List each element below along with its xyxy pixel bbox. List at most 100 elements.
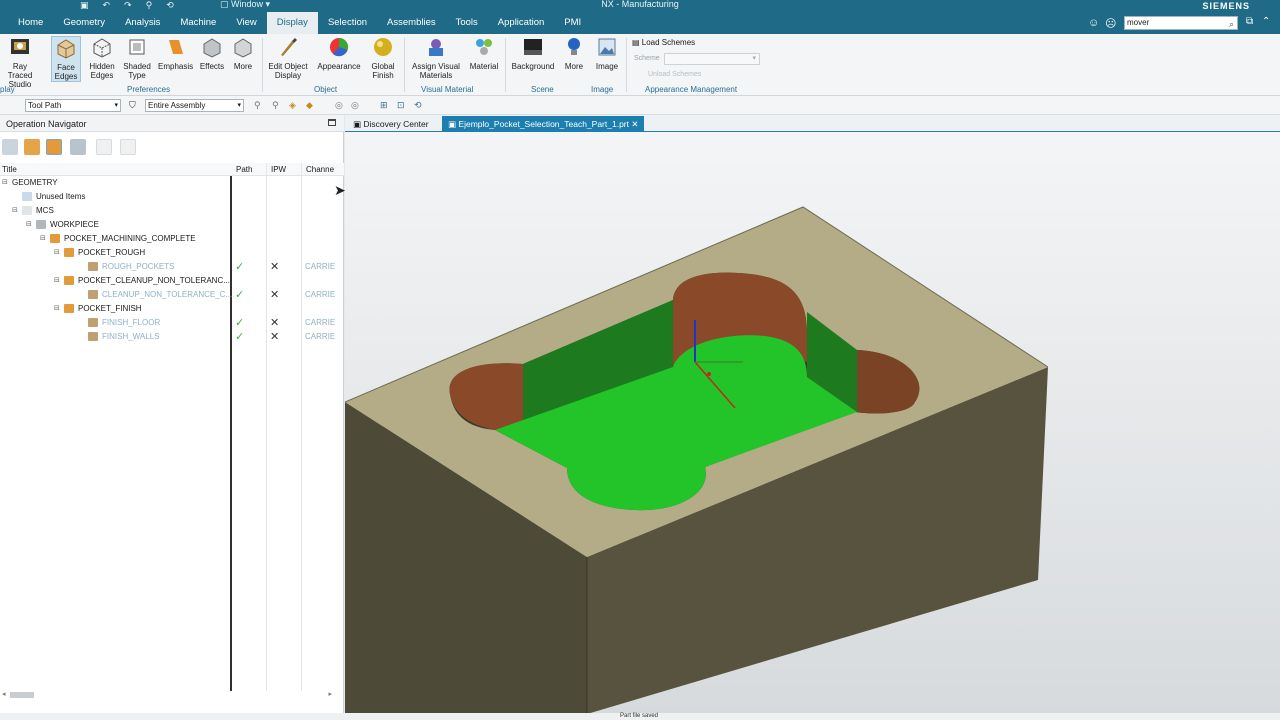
machine-tool-view-icon[interactable] [24,139,40,155]
feedback-happy-icon[interactable]: ☺ [1088,17,1099,29]
path-status-check-icon: ✓ [235,331,245,343]
tab-home[interactable]: Home [8,12,53,34]
filter-icon[interactable]: ⛉ [129,100,136,111]
navigator-row[interactable]: Unused Items [0,190,336,204]
restore-window-icon[interactable]: ⧉ [1246,16,1253,27]
navigator-row-label: ROUGH_POCKETS [102,262,175,271]
shaded-type-icon [129,39,145,55]
scrollbar-thumb[interactable] [10,692,34,698]
tab-application[interactable]: Application [488,12,554,34]
face-edges-button[interactable]: Face Edges [51,36,81,82]
tab-analysis[interactable]: Analysis [115,12,170,34]
ray-traced-studio-button[interactable]: Ray Traced Studio [2,36,38,89]
select-all-icon[interactable]: ⚲ [272,100,279,111]
effects-button[interactable]: Effects [198,36,226,71]
search-icon[interactable]: ⌕ [1229,18,1234,30]
material-icon [476,39,492,55]
scroll-right-icon[interactable]: ▸ [328,690,332,698]
appearance-button[interactable]: Appearance [316,36,362,71]
program-order-view-icon[interactable] [2,139,18,155]
type-filter-select[interactable]: Tool Path ▾ [25,99,121,112]
navigator-row[interactable]: ⊟ POCKET_FINISH [0,302,336,316]
operation-node-icon [22,206,32,215]
tab-selection[interactable]: Selection [318,12,377,34]
material-button[interactable]: Material [468,36,500,71]
snap-point-icon[interactable]: ◆ [306,100,313,111]
view-icon[interactable]: ◎ [335,100,343,111]
unload-schemes-button[interactable]: Unload Schemes [648,71,701,78]
path-status-check-icon: ✓ [235,261,245,273]
collapse-icon[interactable]: ⊟ [54,248,60,256]
navigator-row[interactable]: ⊟ GEOMETRY [0,176,336,190]
collapse-icon[interactable]: ⊟ [54,276,60,284]
zoom-icon[interactable]: ⊡ [397,100,405,111]
navigator-row-label: FINISH_WALLS [102,332,160,341]
collapse-icon[interactable]: ⊟ [2,178,8,186]
ipw-status-icon: ✕ [270,289,280,301]
tab-view[interactable]: View [226,12,266,34]
shaded-type-button[interactable]: Shaded Type [121,36,153,80]
command-search-input[interactable]: mover ⌕ [1124,16,1238,30]
background-button[interactable]: Background [508,36,558,71]
assign-visual-materials-button[interactable]: Assign Visual Materials [408,36,464,80]
horizontal-scrollbar[interactable]: ◂ ▸ [0,690,336,700]
tab-part-file[interactable]: ▣ Ejemplo_Pocket_Selection_Teach_Part_1.… [442,116,645,132]
tab-geometry[interactable]: Geometry [53,12,115,34]
global-finish-button[interactable]: Global Finish [366,36,400,80]
navigator-row[interactable]: CLEANUP_NON_TOLERANCE_C... ✓ ✕ CARRIE [0,288,336,302]
tab-assemblies[interactable]: Assemblies [377,12,446,34]
selection-scope-select[interactable]: Entire Assembly ▾ [145,99,244,112]
tab-pmi[interactable]: PMI [554,12,591,34]
column-channel[interactable]: Channe [306,165,334,174]
rotate-icon[interactable]: ⟲ [414,100,422,111]
more-scene-button[interactable]: More [561,36,587,71]
column-path[interactable]: Path [236,165,252,174]
collapse-icon[interactable]: ⊟ [54,304,60,312]
snap-icon[interactable]: ◈ [289,100,296,111]
navigator-row[interactable]: ⊟ MCS [0,204,336,218]
create-program-icon[interactable] [96,139,112,155]
collapse-ribbon-icon[interactable]: ⌃ [1262,16,1270,27]
collapse-icon[interactable]: ⊟ [40,234,46,242]
group-label-appearance-management: Appearance Management [645,85,738,94]
delete-icon[interactable] [120,139,136,155]
path-status-check-icon: ✓ [235,289,245,301]
select-tool-icon[interactable]: ⚲ [254,100,261,111]
close-tab-icon[interactable]: ✕ [631,119,638,129]
column-title[interactable]: Title [2,165,17,174]
navigator-row[interactable]: ROUGH_POCKETS ✓ ✕ CARRIE [0,260,336,274]
scroll-left-icon[interactable]: ◂ [2,690,6,698]
part-model-view[interactable] [345,132,1280,714]
group-label-preferences: Preferences [127,85,171,94]
scheme-select[interactable]: ▾ [664,53,760,65]
machining-method-view-icon[interactable] [70,139,86,155]
column-ipw[interactable]: IPW [271,165,286,174]
group-label-display: play [0,85,15,94]
feedback-sad-icon[interactable]: ☹ [1105,17,1116,30]
navigator-row[interactable]: ⊟ WORKPIECE [0,218,336,232]
navigator-row[interactable]: ⊟ POCKET_MACHINING_COMPLETE [0,232,336,246]
edit-object-display-button[interactable]: Edit Object Display [266,36,310,80]
load-schemes-button[interactable]: ▤ Load Schemes [632,38,695,47]
image-button[interactable]: Image [593,36,621,71]
graphics-window[interactable] [345,132,1280,714]
view-2-icon[interactable]: ◎ [351,100,359,111]
group-label-object: Object [314,85,338,94]
navigator-row[interactable]: ⊟ POCKET_ROUGH [0,246,336,260]
navigator-row[interactable]: ⊟ POCKET_CLEANUP_NON_TOLERANC... [0,274,336,288]
collapse-icon[interactable]: ⊟ [26,220,32,228]
more-preferences-button[interactable]: More [230,36,256,71]
maximize-icon[interactable] [328,119,336,126]
tab-display[interactable]: Display [266,12,318,34]
tab-machine[interactable]: Machine [170,12,226,34]
geometry-view-icon[interactable] [46,139,62,155]
tab-discovery-center[interactable]: ▣ Discovery Center [347,116,435,132]
collapse-icon[interactable]: ⊟ [12,206,18,214]
tab-tools[interactable]: Tools [446,12,488,34]
ipw-status-icon: ✕ [270,317,280,329]
hidden-edges-button[interactable]: Hidden Edges [86,36,118,80]
fit-icon[interactable]: ⊞ [380,100,388,111]
navigator-row[interactable]: FINISH_WALLS ✓ ✕ CARRIE [0,330,336,344]
navigator-row[interactable]: FINISH_FLOOR ✓ ✕ CARRIE [0,316,336,330]
emphasis-button[interactable]: Emphasis [158,36,193,71]
